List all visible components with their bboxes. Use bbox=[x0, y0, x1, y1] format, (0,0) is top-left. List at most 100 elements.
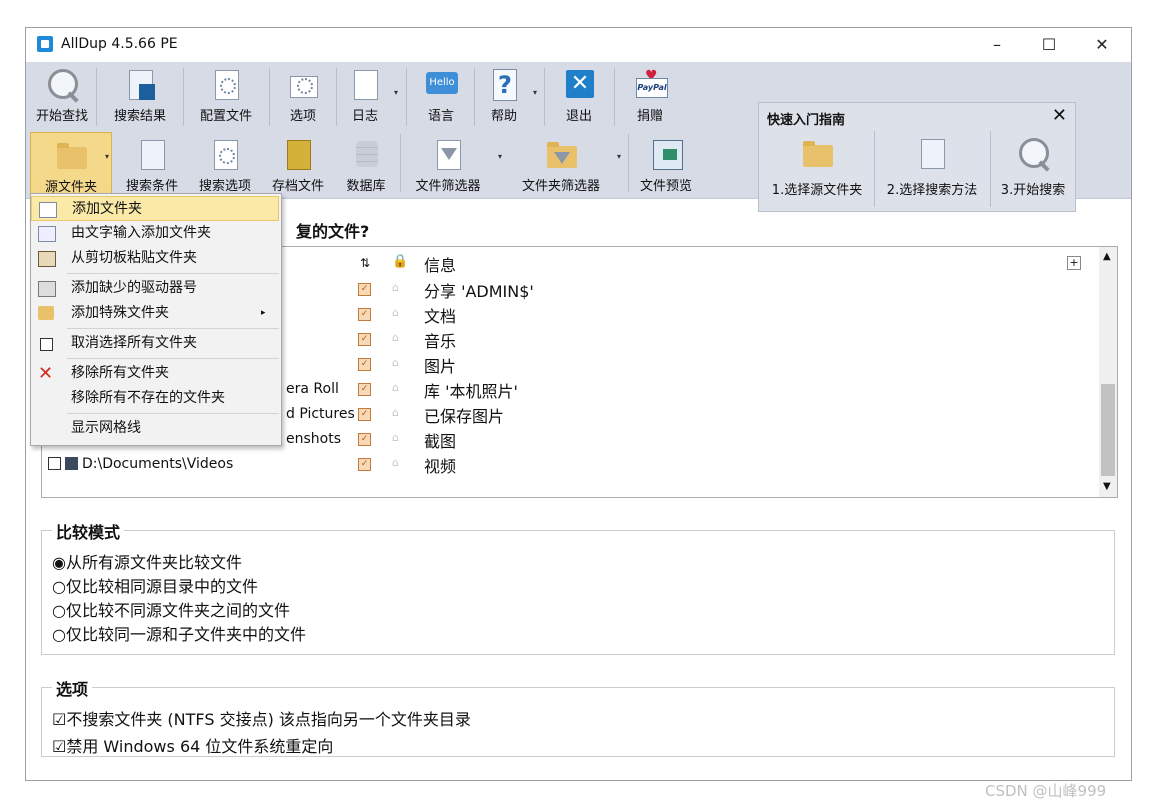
folder-filter-dropdown-icon[interactable]: ▾ bbox=[617, 152, 621, 161]
search-method-icon bbox=[921, 139, 945, 169]
search-results-button[interactable]: 搜索结果 bbox=[100, 68, 180, 124]
quick-step-search-method[interactable]: 2.选择搜索方法 bbox=[877, 131, 987, 207]
folder-search-icon bbox=[57, 143, 87, 169]
menu-item-add-drive-letters[interactable]: 添加缺少的驱动器号 bbox=[31, 276, 279, 301]
archive-icon bbox=[287, 140, 311, 170]
start-search-button[interactable]: 开始查找 bbox=[30, 68, 94, 124]
scroll-up-icon[interactable]: ▲ bbox=[1103, 251, 1111, 262]
compare-option-all-sources[interactable]: ◉从所有源文件夹比较文件 bbox=[52, 549, 242, 573]
source-folder-button[interactable]: 源文件夹 bbox=[30, 132, 112, 195]
log-dropdown-icon[interactable]: ▾ bbox=[394, 88, 398, 97]
compare-mode-group: 比较模式 ◉从所有源文件夹比较文件 ○仅比较相同源目录中的文件 ○仅比较不同源文… bbox=[41, 519, 1115, 655]
remove-x-icon: ✕ bbox=[38, 363, 54, 384]
table-row[interactable]: ✓ ⌂ 文档 bbox=[272, 302, 1052, 327]
include-checkbox[interactable]: ✓ bbox=[358, 408, 371, 421]
table-row[interactable]: d Pictures ✓ ⌂ 已保存图片 bbox=[286, 402, 1066, 427]
source-folder-menu: 添加文件夹 由文字输入添加文件夹 从剪切板粘贴文件夹 添加缺少的驱动器号 添加特… bbox=[30, 193, 282, 446]
exit-icon: ✕ bbox=[566, 70, 594, 98]
table-row[interactable]: ✓ ⌂ 图片 bbox=[272, 352, 1052, 377]
submenu-arrow-icon: ▸ bbox=[261, 308, 266, 318]
file-preview-button[interactable]: 文件预览 bbox=[632, 138, 700, 194]
window-title: AllDup 4.5.66 PE bbox=[61, 36, 178, 52]
table-row[interactable]: D:\Documents\Videos ✓ ⌂ 视频 bbox=[48, 452, 1048, 477]
include-checkbox[interactable]: ✓ bbox=[358, 433, 371, 446]
language-button[interactable]: Hello 语言 bbox=[412, 68, 470, 124]
menu-item-show-grid[interactable]: 显示网格线 bbox=[31, 416, 279, 441]
compare-option-same-source[interactable]: ○仅比较相同源目录中的文件 bbox=[52, 573, 258, 597]
lock-icon[interactable]: ⌂ bbox=[392, 406, 401, 419]
compare-mode-title: 比较模式 bbox=[52, 519, 125, 543]
paypal-icon: PayPal bbox=[636, 78, 668, 98]
video-folder-icon bbox=[65, 457, 78, 470]
lock-icon[interactable]: ⌂ bbox=[392, 281, 401, 294]
table-row[interactable]: enshots ✓ ⌂ 截图 bbox=[286, 427, 1066, 452]
quick-start-panel: 快速入门指南 ✕ 1.选择源文件夹 2.选择搜索方法 3.开始搜索 bbox=[758, 102, 1076, 212]
scroll-thumb[interactable] bbox=[1101, 384, 1115, 476]
lock-icon[interactable]: ⌂ bbox=[392, 306, 401, 319]
file-filter-dropdown-icon[interactable]: ▾ bbox=[498, 152, 502, 161]
menu-item-paste-folder[interactable]: 从剪切板粘贴文件夹 bbox=[31, 246, 279, 271]
watermark: CSDN @山峰999 bbox=[985, 782, 1107, 800]
include-checkbox[interactable]: ✓ bbox=[358, 333, 371, 346]
close-button[interactable]: ✕ bbox=[1076, 28, 1128, 62]
preview-icon bbox=[653, 140, 683, 170]
table-row[interactable]: era Roll ✓ ⌂ 库 '本机照片' bbox=[286, 377, 1066, 402]
lock-icon[interactable]: ⌂ bbox=[392, 431, 401, 444]
options-button[interactable]: 选项 bbox=[272, 68, 334, 124]
vertical-scrollbar[interactable]: ▲ ▼ bbox=[1099, 247, 1117, 497]
config-file-button[interactable]: 配置文件 bbox=[186, 68, 266, 124]
search-options-button[interactable]: 搜索选项 bbox=[191, 138, 259, 194]
minimize-button[interactable]: – bbox=[971, 28, 1023, 62]
lock-icon[interactable]: ⌂ bbox=[392, 356, 401, 369]
include-checkbox[interactable]: ✓ bbox=[358, 383, 371, 396]
include-checkbox[interactable]: ✓ bbox=[358, 358, 371, 371]
column-lock-icon: 🔒 bbox=[392, 254, 409, 269]
help-icon: ? bbox=[493, 69, 517, 101]
table-row[interactable]: ✓ ⌂ 分享 'ADMIN$' bbox=[272, 277, 1052, 302]
scroll-down-icon[interactable]: ▼ bbox=[1103, 481, 1111, 492]
quick-step-source-folder[interactable]: 1.选择源文件夹 bbox=[763, 131, 871, 207]
expand-icon[interactable]: + bbox=[1067, 256, 1081, 270]
exit-button[interactable]: ✕ 退出 bbox=[552, 68, 606, 124]
criteria-icon bbox=[141, 140, 165, 170]
log-button[interactable]: 日志 bbox=[339, 68, 391, 124]
menu-item-remove-all[interactable]: ✕ 移除所有文件夹 bbox=[31, 361, 279, 386]
lock-icon[interactable]: ⌂ bbox=[392, 331, 401, 344]
folder-search-icon bbox=[803, 141, 833, 167]
quick-step-start-search[interactable]: 3.开始搜索 bbox=[993, 131, 1073, 207]
folder-select-checkbox[interactable] bbox=[48, 457, 61, 470]
database-button[interactable]: 数据库 bbox=[337, 138, 395, 194]
folder-filter-button[interactable]: 文件夹筛选器 bbox=[508, 138, 614, 194]
quick-start-close-icon[interactable]: ✕ bbox=[1052, 105, 1067, 126]
lock-icon[interactable]: ⌂ bbox=[392, 381, 401, 394]
menu-item-add-folder[interactable]: 添加文件夹 bbox=[31, 196, 279, 221]
help-dropdown-icon[interactable]: ▾ bbox=[533, 88, 537, 97]
compare-option-different-sources[interactable]: ○仅比较不同源文件夹之间的文件 bbox=[52, 597, 290, 621]
add-folder-icon bbox=[39, 202, 57, 218]
source-folder-dropdown-icon[interactable]: ▾ bbox=[105, 152, 109, 161]
section-heading: 复的文件? bbox=[296, 222, 370, 241]
option-skip-junctions[interactable]: ☑不搜索文件夹 (NTFS 交接点) 该点指向另一个文件夹目录 bbox=[52, 706, 471, 730]
menu-item-add-special-folder[interactable]: 添加特殊文件夹 ▸ bbox=[31, 301, 279, 326]
table-row[interactable]: ✓ ⌂ 音乐 bbox=[272, 327, 1052, 352]
compare-option-source-and-subfolders[interactable]: ○仅比较同一源和子文件夹中的文件 bbox=[52, 621, 306, 645]
menu-item-remove-nonexistent[interactable]: 移除所有不存在的文件夹 bbox=[31, 386, 279, 411]
help-button[interactable]: ? 帮助 bbox=[478, 68, 530, 124]
log-icon bbox=[354, 70, 378, 100]
maximize-button[interactable]: ☐ bbox=[1023, 28, 1075, 62]
menu-item-deselect-all[interactable]: 取消选择所有文件夹 bbox=[31, 331, 279, 356]
include-checkbox[interactable]: ✓ bbox=[358, 458, 371, 471]
menu-item-add-by-text[interactable]: 由文字输入添加文件夹 bbox=[31, 221, 279, 246]
database-icon bbox=[356, 141, 378, 167]
option-disable-redirection[interactable]: ☑禁用 Windows 64 位文件系统重定向 bbox=[52, 733, 333, 757]
app-icon bbox=[37, 36, 53, 52]
search-criteria-button[interactable]: 搜索条件 bbox=[118, 138, 186, 194]
hello-icon: Hello bbox=[426, 72, 458, 94]
drive-icon bbox=[38, 281, 56, 297]
include-checkbox[interactable]: ✓ bbox=[358, 283, 371, 296]
include-checkbox[interactable]: ✓ bbox=[358, 308, 371, 321]
lock-icon[interactable]: ⌂ bbox=[392, 456, 401, 469]
file-filter-button[interactable]: 文件筛选器 bbox=[406, 138, 490, 194]
archive-files-button[interactable]: 存档文件 bbox=[264, 138, 332, 194]
donate-button[interactable]: ♥ PayPal 捐赠 bbox=[622, 68, 678, 124]
